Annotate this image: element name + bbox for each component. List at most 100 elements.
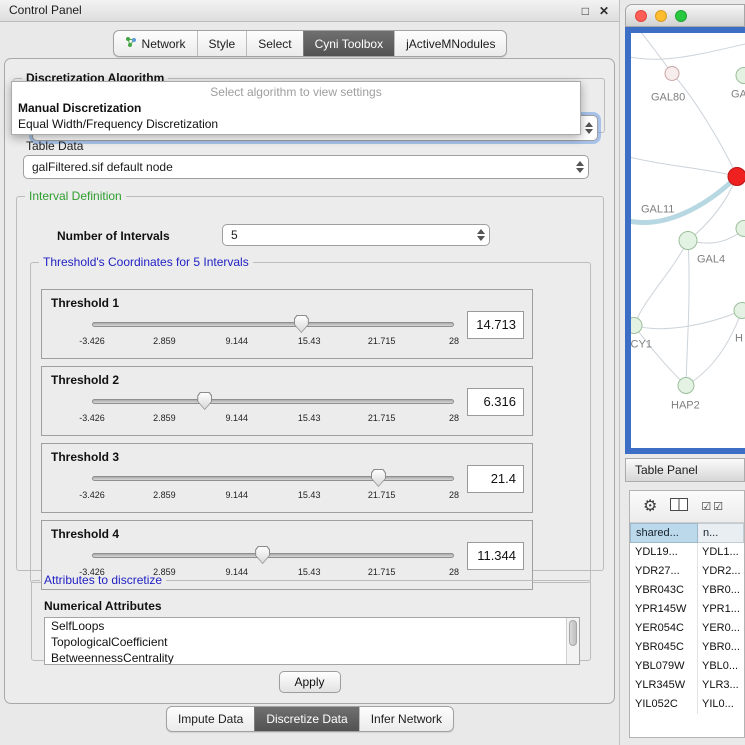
network-node-selected-red[interactable]: [728, 168, 745, 186]
network-node-gal4[interactable]: [679, 232, 697, 250]
node-label-cut: GA: [731, 89, 745, 101]
table-cell[interactable]: YBL079W: [630, 657, 698, 676]
table-header-row: shared... n...: [630, 523, 744, 543]
bottom-tabbar: Impute Data Discretize Data Infer Networ…: [166, 706, 454, 732]
dropdown-option-equal-width[interactable]: Equal Width/Frequency Discretization: [12, 116, 580, 132]
table-cell[interactable]: YLR3...: [698, 676, 744, 695]
table-row[interactable]: YDL19...YDL1...: [630, 543, 744, 562]
network-node-hap2[interactable]: [678, 378, 694, 394]
table-row[interactable]: YDR27...YDR2...: [630, 562, 744, 581]
thresholds-coordinates-group: Threshold's Coordinates for 5 Intervals …: [30, 255, 591, 583]
table-row[interactable]: YBL079WYBL0...: [630, 657, 744, 676]
apply-button[interactable]: Apply: [278, 671, 340, 693]
dropdown-option-manual-discretization[interactable]: Manual Discretization: [12, 100, 580, 116]
tick-label: 2.859: [153, 336, 176, 346]
slider-thumb[interactable]: [294, 315, 309, 333]
close-icon[interactable]: ✕: [599, 1, 609, 22]
tab-network[interactable]: Network: [114, 31, 197, 56]
tick-label: 9.144: [226, 490, 249, 500]
table-cell[interactable]: YBR0...: [698, 638, 744, 657]
slider-track[interactable]: [92, 476, 454, 481]
table-cell[interactable]: YBR0...: [698, 581, 744, 600]
network-focus-frame: GAL80 GA GAL11 GAL4 GCY1 H HAP2: [625, 27, 745, 454]
threshold-1-value-field[interactable]: 14.713: [467, 311, 524, 339]
slider-track[interactable]: [92, 553, 454, 558]
checkbox-filter-icons[interactable]: ☑☑: [701, 500, 725, 513]
list-item-topologicalcoefficient[interactable]: TopologicalCoefficient: [45, 634, 579, 650]
table-row[interactable]: YER054CYER0...: [630, 619, 744, 638]
threshold-3-slider[interactable]: [92, 468, 454, 488]
chevron-up-down-icon[interactable]: [472, 229, 489, 241]
slider-thumb[interactable]: [197, 392, 212, 410]
table-cell[interactable]: YIL052C: [630, 695, 698, 714]
threshold-3-value-field[interactable]: 21.4: [467, 465, 524, 493]
chevron-up-down-icon[interactable]: [571, 161, 588, 173]
table-cell[interactable]: YDR27...: [630, 562, 698, 581]
threshold-2-slider[interactable]: [92, 391, 454, 411]
table-row[interactable]: YBR043CYBR0...: [630, 581, 744, 600]
table-panel-title: Table Panel: [635, 463, 698, 477]
table-cell[interactable]: YIL0...: [698, 695, 744, 714]
table-row[interactable]: YBR045CYBR0...: [630, 638, 744, 657]
tab-infer-network[interactable]: Infer Network: [359, 707, 453, 731]
tab-select[interactable]: Select: [246, 31, 302, 56]
columns-icon[interactable]: [670, 498, 688, 516]
tab-impute-data[interactable]: Impute Data: [167, 707, 254, 731]
table-row[interactable]: YPR145WYPR1...: [630, 600, 744, 619]
table-cell[interactable]: YPR145W: [630, 600, 698, 619]
scrollbar-thumb[interactable]: [569, 620, 577, 646]
network-edge: [631, 156, 737, 177]
checkbox-icon[interactable]: ☑: [713, 501, 725, 513]
threshold-2-value-field[interactable]: 6.316: [467, 388, 524, 416]
table-cell[interactable]: YDL1...: [698, 543, 744, 562]
network-canvas[interactable]: GAL80 GA GAL11 GAL4 GCY1 H HAP2: [631, 33, 745, 448]
table-cell[interactable]: YER0...: [698, 619, 744, 638]
network-node-gcy1[interactable]: [631, 318, 642, 334]
table-cell[interactable]: YPR1...: [698, 600, 744, 619]
control-panel-titlebar: Control Panel □ ✕: [0, 0, 619, 22]
threshold-4-value-field[interactable]: 11.344: [467, 542, 524, 570]
slider-track[interactable]: [92, 399, 454, 404]
list-scrollbar[interactable]: [566, 618, 579, 664]
network-node[interactable]: [734, 303, 745, 319]
table-row[interactable]: YLR345WYLR3...: [630, 676, 744, 695]
number-of-intervals-combobox[interactable]: 5: [222, 224, 490, 246]
slider-track[interactable]: [92, 322, 454, 327]
tick-label: 15.43: [298, 490, 321, 500]
tab-discretize-data-label: Discretize Data: [266, 712, 347, 726]
network-node-gal80[interactable]: [665, 67, 679, 81]
slider-thumb[interactable]: [255, 546, 270, 564]
tab-jactivemnodules[interactable]: jActiveMNodules: [394, 31, 506, 56]
list-item-betweennesscentrality[interactable]: BetweennessCentrality: [45, 650, 579, 665]
table-cell[interactable]: YLR345W: [630, 676, 698, 695]
threshold-1-slider[interactable]: [92, 314, 454, 334]
mac-minimize-button[interactable]: [655, 10, 667, 22]
network-node[interactable]: [736, 68, 745, 84]
table-row[interactable]: YIL052CYIL0...: [630, 695, 744, 714]
table-cell[interactable]: YER054C: [630, 619, 698, 638]
column-header-shared-name[interactable]: shared...: [630, 523, 698, 543]
tab-style[interactable]: Style: [197, 31, 247, 56]
table-cell[interactable]: YDR2...: [698, 562, 744, 581]
slider-thumb[interactable]: [371, 469, 386, 487]
list-item-selfloops[interactable]: SelfLoops: [45, 618, 579, 634]
column-header-name[interactable]: n...: [698, 523, 744, 543]
table-cell[interactable]: YDL19...: [630, 543, 698, 562]
table-cell[interactable]: YBR045C: [630, 638, 698, 657]
node-table-panel: ⚙ ☑☑ shared... n... YDL19...YDL1... YDR2…: [629, 490, 745, 738]
tab-discretize-data[interactable]: Discretize Data: [254, 707, 358, 731]
settings-gear-icon[interactable]: ⚙: [643, 499, 657, 515]
network-graph[interactable]: GAL80 GA GAL11 GAL4 GCY1 H HAP2: [631, 33, 745, 448]
threshold-4-slider[interactable]: [92, 545, 454, 565]
table-cell[interactable]: YBL0...: [698, 657, 744, 676]
float-window-icon[interactable]: □: [582, 1, 589, 22]
chevron-up-down-icon[interactable]: [580, 122, 597, 134]
interval-definition-title: Interval Definition: [25, 189, 126, 203]
tab-impute-data-label: Impute Data: [178, 712, 243, 726]
mac-close-button[interactable]: [635, 10, 647, 22]
table-cell[interactable]: YBR043C: [630, 581, 698, 600]
table-data-combobox[interactable]: galFiltered.sif default node: [23, 155, 589, 179]
tab-cyni-toolbox[interactable]: Cyni Toolbox: [303, 31, 394, 56]
mac-zoom-button[interactable]: [675, 10, 687, 22]
checkbox-icon[interactable]: ☑: [701, 501, 713, 513]
